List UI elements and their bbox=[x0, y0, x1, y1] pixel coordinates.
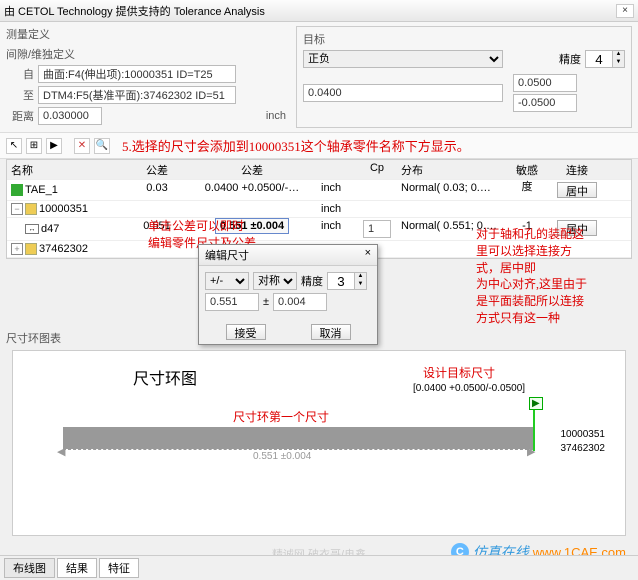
fit-icon[interactable]: ⊞ bbox=[26, 138, 42, 154]
window-titlebar: 由 CETOL Technology 提供支持的 Tolerance Analy… bbox=[0, 0, 638, 22]
callout-conn-help: 对于轴和孔的装配这 里可以选择连接方 式，居中即 为中心对齐,这里由于 是平面装… bbox=[476, 226, 587, 327]
chart-section-header: 尺寸环图表 bbox=[6, 330, 61, 346]
footer-tabs: 布线图 结果 特征 bbox=[0, 555, 638, 580]
part-label-2: 37462302 bbox=[561, 443, 606, 454]
precision-spinner[interactable]: ▲▼ bbox=[585, 50, 625, 68]
target-tag-icon: ▶ bbox=[529, 397, 543, 410]
next-icon[interactable]: ▶ bbox=[46, 138, 62, 154]
cursor-icon[interactable]: ↖ bbox=[6, 138, 22, 154]
definition-subheader: 间隙/维独定义 bbox=[6, 46, 286, 62]
tol-type-select[interactable]: +/- bbox=[205, 272, 249, 290]
col-conn: 连接 bbox=[547, 160, 607, 179]
spin-up-icon[interactable]: ▲ bbox=[354, 273, 366, 281]
first-dim-label: 尺寸环第一个尺寸 bbox=[233, 409, 329, 426]
target-range: [0.0400 +0.0500/-0.0500] bbox=[413, 383, 525, 394]
toolbar: ↖ ⊞ ▶ ✕ 🔍 5.选择的尺寸会添加到10000351这个轴承零件名称下方显… bbox=[0, 133, 638, 159]
from-label: 自 bbox=[6, 66, 34, 82]
target-header: 目标 bbox=[303, 31, 625, 47]
accept-button[interactable]: 接受 bbox=[226, 324, 266, 340]
col-cp: Cp bbox=[357, 160, 397, 179]
tolerance-input[interactable] bbox=[273, 293, 327, 311]
target-dim-label: 设计目标尺寸 bbox=[423, 365, 495, 382]
spin-up-icon[interactable]: ▲ bbox=[612, 51, 624, 59]
col-sens: 敏感度 bbox=[507, 160, 547, 179]
prec-spinner[interactable]: ▲▼ bbox=[327, 272, 367, 290]
close-icon[interactable]: × bbox=[365, 247, 371, 263]
part-icon bbox=[25, 243, 37, 255]
edit-dimension-dialog: 编辑尺寸 × +/- 对称 精度 ▲▼ ± 接受 取消 bbox=[198, 244, 378, 345]
bar-label: 0.551 ±0.004 bbox=[253, 451, 311, 462]
dist-input[interactable] bbox=[38, 107, 102, 125]
tab-layout[interactable]: 布线图 bbox=[4, 558, 55, 578]
to-input[interactable] bbox=[38, 86, 236, 104]
spin-down-icon[interactable]: ▼ bbox=[612, 59, 624, 67]
dimension-icon: ↔ bbox=[25, 224, 39, 234]
plusminus-label: ± bbox=[263, 296, 269, 308]
target-upper-input[interactable] bbox=[513, 74, 577, 92]
measure-icon bbox=[11, 184, 23, 196]
definition-header: 测量定义 bbox=[6, 26, 286, 42]
col-tol-label: 公差 bbox=[127, 160, 187, 179]
chart-title: 尺寸环图 bbox=[133, 365, 197, 389]
close-icon[interactable]: × bbox=[616, 4, 634, 18]
conn-button[interactable]: 居中 bbox=[557, 182, 597, 198]
table-row[interactable]: −10000351 inch bbox=[7, 201, 631, 218]
expand-icon[interactable]: + bbox=[11, 243, 23, 255]
prec-label: 精度 bbox=[301, 273, 323, 289]
unit-label: inch bbox=[266, 110, 286, 122]
window-title: 由 CETOL Technology 提供支持的 Tolerance Analy… bbox=[4, 3, 265, 19]
annotation-main: 5.选择的尺寸会添加到10000351这个轴承零件名称下方显示。 bbox=[122, 136, 470, 155]
target-nominal-input[interactable] bbox=[303, 84, 503, 102]
collapse-icon[interactable]: − bbox=[11, 203, 23, 215]
cp-input[interactable] bbox=[363, 220, 391, 238]
target-type-select[interactable]: 正负 bbox=[303, 50, 503, 68]
search-icon[interactable]: 🔍 bbox=[94, 138, 110, 154]
nominal-input[interactable] bbox=[205, 293, 259, 311]
precision-label: 精度 bbox=[559, 51, 581, 67]
loop-chart: 尺寸环图 设计目标尺寸 [0.0400 +0.0500/-0.0500] 尺寸环… bbox=[12, 350, 626, 536]
tab-results[interactable]: 结果 bbox=[57, 558, 97, 578]
col-name: 名称 bbox=[7, 160, 127, 179]
dialog-title: 编辑尺寸 bbox=[205, 247, 249, 263]
symm-select[interactable]: 对称 bbox=[253, 272, 297, 290]
from-input[interactable] bbox=[38, 65, 236, 83]
table-row[interactable]: TAE_1 0.03 0.0400 +0.0500/-… inch Normal… bbox=[7, 180, 631, 201]
delete-icon[interactable]: ✕ bbox=[74, 138, 90, 154]
target-lower-input[interactable] bbox=[513, 94, 577, 112]
cancel-button[interactable]: 取消 bbox=[311, 324, 351, 340]
to-label: 至 bbox=[6, 87, 34, 103]
col-dist: 分布 bbox=[397, 160, 507, 179]
col-tol: 公差 bbox=[187, 160, 317, 179]
part-label-1: 10000351 bbox=[561, 429, 606, 440]
part-icon bbox=[25, 203, 37, 215]
dist-label: 距离 bbox=[6, 108, 34, 124]
tab-features[interactable]: 特征 bbox=[99, 558, 139, 578]
spin-down-icon[interactable]: ▼ bbox=[354, 281, 366, 289]
